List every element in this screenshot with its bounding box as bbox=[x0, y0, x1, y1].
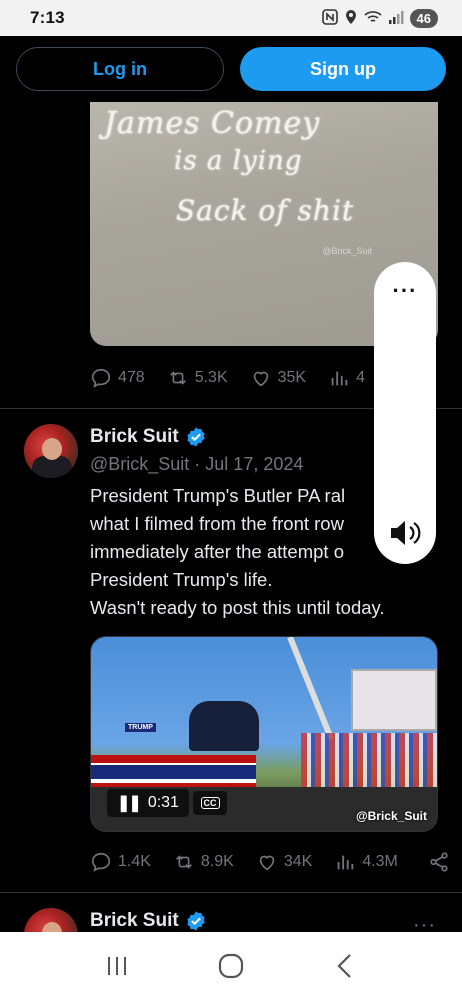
battery-level: 46 bbox=[409, 8, 438, 28]
auth-bar: Log in Sign up bbox=[0, 36, 462, 102]
reply-button[interactable]: 1.4K bbox=[90, 851, 151, 873]
divider bbox=[0, 892, 462, 893]
heart-icon bbox=[253, 371, 268, 387]
tweet-text-line: President Trump's life. bbox=[90, 569, 273, 590]
wifi-icon bbox=[363, 10, 382, 27]
author-name[interactable]: Brick Suit bbox=[90, 910, 207, 932]
repost-button[interactable]: 8.9K bbox=[173, 851, 234, 873]
like-count: 35K bbox=[277, 369, 307, 386]
captions-button[interactable]: CC bbox=[193, 791, 227, 815]
like-count: 34K bbox=[283, 853, 313, 870]
author-name[interactable]: Brick Suit bbox=[90, 426, 207, 448]
views-count: 4.3M bbox=[362, 853, 398, 870]
views-count: 4 bbox=[356, 369, 365, 386]
video-people bbox=[189, 701, 259, 751]
video-player[interactable]: TRUMP ❚❚ 0:31 CC @Brick_Suit bbox=[90, 636, 438, 832]
signup-button[interactable]: Sign up bbox=[240, 47, 446, 91]
verified-badge-icon bbox=[186, 911, 205, 931]
image-watermark: @Brick_Suit bbox=[322, 246, 372, 256]
tweet-actions: 1.4K 8.9K 34K 4.3M bbox=[90, 848, 450, 876]
location-icon bbox=[344, 9, 358, 28]
pause-icon: ❚❚ bbox=[117, 795, 142, 812]
cc-icon: CC bbox=[200, 797, 220, 809]
signal-icon bbox=[388, 10, 404, 27]
home-icon bbox=[218, 953, 244, 979]
recent-apps-button[interactable] bbox=[95, 946, 139, 986]
reply-icon bbox=[91, 852, 111, 872]
back-icon bbox=[337, 954, 351, 978]
heart-icon bbox=[259, 855, 275, 871]
avatar-face bbox=[42, 438, 62, 460]
video-time: 0:31 bbox=[147, 794, 179, 811]
author-name-text: Brick Suit bbox=[90, 910, 179, 931]
video-stage-banner bbox=[91, 765, 256, 779]
image-text-line: James Comey bbox=[104, 106, 321, 141]
video-stage-sign: TRUMP bbox=[125, 723, 156, 732]
system-nav-bar bbox=[0, 932, 462, 1000]
nfc-icon bbox=[321, 8, 338, 28]
repost-count: 8.9K bbox=[200, 853, 234, 870]
views-icon bbox=[331, 371, 348, 386]
video-watermark: @Brick_Suit bbox=[355, 809, 427, 823]
share-button[interactable] bbox=[428, 851, 450, 873]
recent-apps-icon bbox=[108, 957, 126, 975]
login-button[interactable]: Log in bbox=[16, 47, 224, 91]
repost-icon bbox=[176, 855, 192, 869]
handle-date[interactable]: @Brick_Suit · Jul 17, 2024 bbox=[90, 454, 303, 475]
status-bar: 7:13 46 bbox=[0, 0, 462, 36]
video-crowd bbox=[301, 733, 437, 793]
author-name-text: Brick Suit bbox=[90, 426, 179, 447]
like-button[interactable]: 35K bbox=[250, 367, 306, 389]
views-icon bbox=[337, 855, 354, 870]
volume-icon[interactable] bbox=[388, 518, 422, 548]
image-text-line: is a lying bbox=[174, 146, 303, 176]
panel-more-icon[interactable]: ··· bbox=[374, 278, 436, 304]
video-screen bbox=[351, 669, 437, 731]
reply-button[interactable]: 478 bbox=[90, 367, 145, 389]
status-time: 7:13 bbox=[30, 8, 65, 27]
image-text-line: Sack of shit bbox=[176, 194, 355, 227]
video-pause-button[interactable]: ❚❚ 0:31 bbox=[107, 789, 189, 817]
floating-panel[interactable]: ··· bbox=[374, 262, 436, 564]
repost-count: 5.3K bbox=[194, 369, 228, 386]
home-button[interactable] bbox=[209, 946, 253, 986]
reply-count: 1.4K bbox=[118, 853, 151, 870]
reply-count: 478 bbox=[118, 369, 145, 386]
reply-icon bbox=[91, 368, 111, 388]
repost-button[interactable]: 5.3K bbox=[167, 367, 228, 389]
like-button[interactable]: 34K bbox=[256, 851, 312, 873]
share-icon bbox=[430, 852, 448, 872]
video-crane bbox=[287, 637, 334, 741]
tweet-actions: 478 5.3K 35K 4 bbox=[90, 364, 387, 392]
verified-badge-icon bbox=[186, 427, 205, 447]
tweet-text-line: Wasn't ready to post this until today. bbox=[90, 597, 385, 618]
repost-icon bbox=[169, 371, 186, 385]
views-button[interactable]: 4 bbox=[328, 367, 365, 389]
avatar[interactable] bbox=[24, 424, 78, 478]
status-icons: 46 bbox=[321, 8, 438, 28]
back-button[interactable] bbox=[323, 946, 367, 986]
views-button[interactable]: 4.3M bbox=[334, 851, 398, 873]
